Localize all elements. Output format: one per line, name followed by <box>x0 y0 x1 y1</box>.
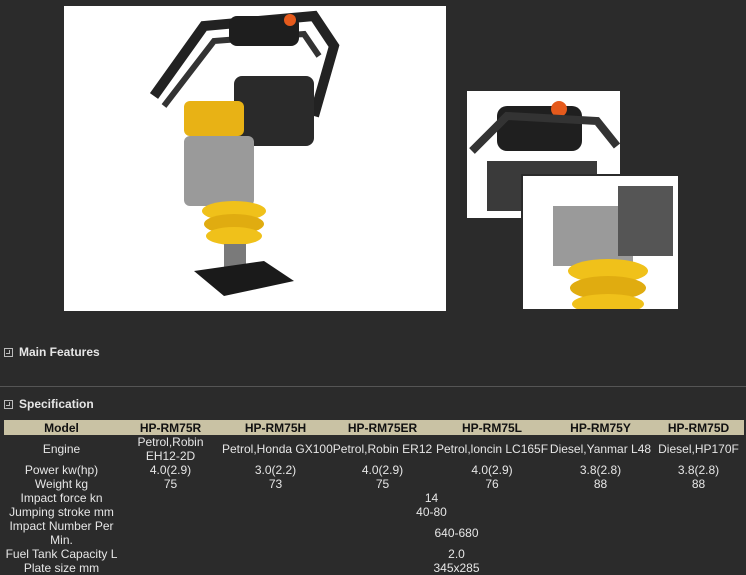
column-header: HP-RM75L <box>436 420 548 435</box>
column-header: HP-RM75Y <box>548 420 653 435</box>
table-cell: 14 <box>424 491 439 505</box>
table-cell: 88 <box>593 477 608 491</box>
table-cell: 3.0(2.2) <box>254 463 297 477</box>
table-row-power: Power kw(hp) 4.0(2.9) 3.0(2.2) 4.0(2.9) … <box>4 463 744 477</box>
main-features-title: Main Features <box>19 345 100 359</box>
table-cell: Diesel,Yanmar L48 <box>549 442 652 456</box>
table-header-row: Model HP-RM75R HP-RM75H HP-RM75ER HP-RM7… <box>4 420 744 435</box>
table-row-impact-number: Impact Number Per Min. 640-680 <box>4 519 744 547</box>
main-product-photo <box>64 6 446 311</box>
row-label: Fuel Tank Capacity L <box>5 547 118 561</box>
main-features-heading: Main Features <box>4 345 100 359</box>
table-cell: 40-80 <box>416 505 447 519</box>
table-cell: 4.0(2.9) <box>361 463 404 477</box>
table-cell: 88 <box>691 477 706 491</box>
table-cell: 3.8(2.8) <box>677 463 720 477</box>
specification-heading: Specification <box>4 397 94 411</box>
column-header: HP-RM75ER <box>329 420 436 435</box>
column-header: HP-RM75H <box>222 420 329 435</box>
row-label: Jumping stroke mm <box>9 505 114 519</box>
specification-title: Specification <box>19 397 94 411</box>
table-cell: Diesel,HP170F <box>658 442 739 456</box>
table-cell: 640-680 <box>434 526 479 540</box>
table-row-engine: Engine Petrol,Robin EH12-2D Petrol,Honda… <box>4 435 744 463</box>
row-label: Engine <box>42 442 81 456</box>
table-cell: Petrol,Honda GX100 <box>222 442 333 456</box>
table-cell: 76 <box>485 477 499 491</box>
table-cell: 75 <box>163 477 178 491</box>
table-cell: Petrol,Robin EH12-2D <box>137 435 204 463</box>
table-row-fuel-tank: Fuel Tank Capacity L 2.0 <box>4 547 744 561</box>
table-row-impact-force: Impact force kn 14 <box>4 491 744 505</box>
row-label: Weight kg <box>34 477 89 491</box>
bullet-icon <box>4 399 13 409</box>
bullet-icon <box>4 347 13 357</box>
table-cell: 3.8(2.8) <box>579 463 622 477</box>
column-header: HP-RM75D <box>653 420 744 435</box>
table-cell: 75 <box>375 477 390 491</box>
table-cell: 4.0(2.9) <box>149 463 192 477</box>
table-cell: Petrol,Robin ER12 <box>332 442 433 456</box>
section-divider <box>0 386 746 387</box>
table-cell: 4.0(2.9) <box>471 463 513 477</box>
table-cell: 73 <box>268 477 283 491</box>
column-header: HP-RM75R <box>119 420 222 435</box>
row-label: Impact force kn <box>20 491 103 505</box>
table-cell: Petrol,loncin LC165F <box>436 442 549 456</box>
specification-table: Model HP-RM75R HP-RM75H HP-RM75ER HP-RM7… <box>4 420 744 575</box>
table-row-jumping-stroke: Jumping stroke mm 40-80 <box>4 505 744 519</box>
table-row-weight: Weight kg 75 73 75 76 88 88 <box>4 477 744 491</box>
detail-photo-bellows <box>521 174 678 309</box>
row-label: Power kw(hp) <box>24 463 99 477</box>
column-header: Model <box>4 420 119 435</box>
row-label: Impact Number Per Min. <box>9 519 114 547</box>
table-cell: 2.0 <box>448 547 465 561</box>
